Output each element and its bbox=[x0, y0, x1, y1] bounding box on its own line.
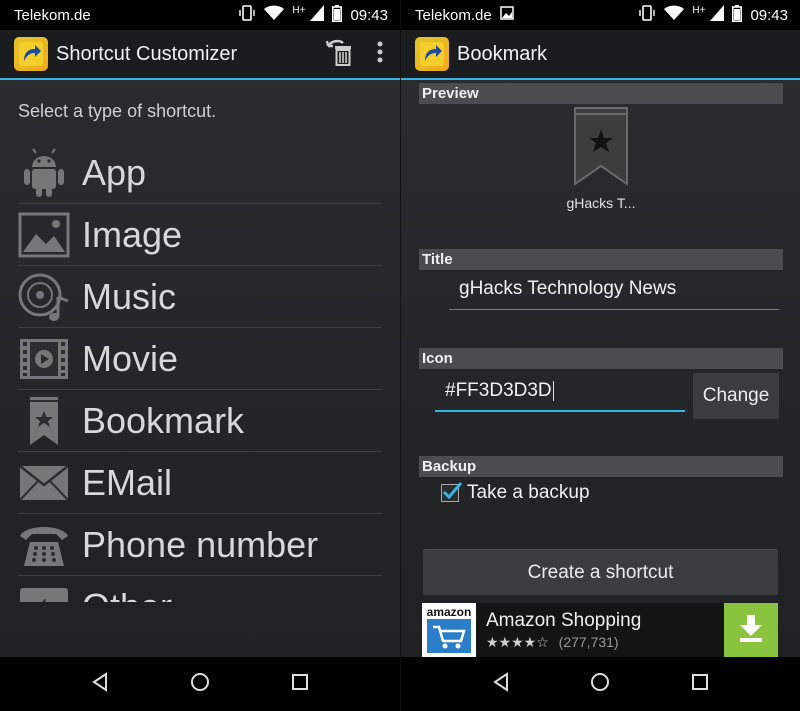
type-label-app: App bbox=[82, 151, 147, 193]
shortcut-type-list: App Image Music Movie Bookmark EMail Pho… bbox=[18, 142, 382, 602]
create-shortcut-label: Create a shortcut bbox=[527, 561, 674, 583]
text-caret bbox=[552, 380, 554, 401]
title-field[interactable]: gHacks Technology News bbox=[449, 270, 779, 310]
battery-icon bbox=[332, 4, 343, 26]
recents-button[interactable] bbox=[280, 664, 320, 704]
network-type: H+ bbox=[292, 4, 306, 16]
type-item-image[interactable]: Image bbox=[18, 204, 382, 266]
ad-banner[interactable]: amazon Amazon Shopping ★★★★☆ (277,731) bbox=[422, 603, 778, 657]
android-icon bbox=[18, 147, 70, 199]
checkbox-box bbox=[441, 482, 463, 502]
icon-color-field[interactable]: #FF3D3D3D bbox=[435, 372, 685, 412]
home-button[interactable] bbox=[180, 664, 220, 704]
type-item-bookmark[interactable]: Bookmark bbox=[18, 390, 382, 452]
type-item-music[interactable]: Music bbox=[18, 266, 382, 328]
type-item-app[interactable]: App bbox=[18, 142, 382, 204]
phone-icon bbox=[18, 519, 70, 571]
back-button[interactable] bbox=[481, 664, 521, 704]
ad-brand: amazon bbox=[426, 605, 472, 619]
backup-section-header: Backup bbox=[419, 456, 783, 477]
wifi-icon bbox=[264, 5, 285, 25]
type-label-movie: Movie bbox=[82, 337, 179, 379]
title-section-header: Title bbox=[419, 249, 783, 270]
type-item-other[interactable]: Other bbox=[18, 576, 382, 602]
amazon-app-icon: amazon bbox=[422, 603, 476, 657]
type-label-music: Music bbox=[82, 275, 177, 317]
navigation-bar bbox=[0, 657, 400, 711]
status-bar: Telekom.de H+ 09:43 bbox=[0, 0, 400, 30]
ad-star-rating: ★★★★☆ bbox=[486, 633, 549, 650]
movie-icon bbox=[18, 333, 70, 385]
home-button[interactable] bbox=[580, 664, 620, 704]
title-field-value: gHacks Technology News bbox=[459, 278, 677, 299]
backup-label: Take a backup bbox=[467, 482, 590, 503]
app-logo-icon[interactable] bbox=[415, 37, 449, 71]
take-backup-checkbox[interactable]: Take a backup bbox=[441, 482, 590, 504]
ad-title: Amazon Shopping bbox=[486, 609, 642, 631]
recents-icon bbox=[291, 673, 309, 696]
change-icon-button[interactable]: Change bbox=[693, 373, 779, 419]
prompt-text: Select a type of shortcut. bbox=[18, 101, 217, 121]
music-icon bbox=[18, 271, 70, 323]
home-icon bbox=[190, 672, 210, 697]
back-icon bbox=[491, 671, 511, 697]
home-icon bbox=[590, 672, 610, 697]
type-item-phone[interactable]: Phone number bbox=[18, 514, 382, 576]
recents-button[interactable] bbox=[680, 664, 720, 704]
action-bar: Shortcut Customizer bbox=[0, 30, 400, 80]
type-item-movie[interactable]: Movie bbox=[18, 328, 382, 390]
type-label-other: Other bbox=[82, 586, 172, 603]
signal-icon bbox=[310, 5, 325, 25]
recents-icon bbox=[691, 673, 709, 696]
clear-button[interactable] bbox=[320, 34, 360, 74]
more-vert-icon bbox=[376, 40, 384, 69]
image-icon bbox=[18, 209, 70, 261]
app-title: Shortcut Customizer bbox=[56, 42, 238, 65]
wifi-icon bbox=[664, 5, 685, 25]
network-type: H+ bbox=[692, 4, 706, 16]
type-item-email[interactable]: EMail bbox=[18, 452, 382, 514]
app-logo-icon bbox=[14, 37, 48, 71]
status-bar: Telekom.de H+ 09:43 bbox=[401, 0, 800, 30]
screen-title: Bookmark bbox=[457, 42, 548, 65]
email-icon bbox=[18, 457, 70, 509]
icon-color-value: #FF3D3D3D bbox=[445, 380, 552, 401]
other-icon bbox=[18, 581, 70, 602]
type-label-image: Image bbox=[82, 213, 183, 255]
action-bar: Bookmark bbox=[401, 30, 800, 80]
clock: 09:43 bbox=[750, 6, 788, 24]
overflow-menu-button[interactable] bbox=[360, 34, 400, 74]
type-label-email: EMail bbox=[82, 461, 173, 503]
back-button[interactable] bbox=[80, 664, 120, 704]
bookmark-preview-icon bbox=[572, 107, 630, 190]
preview-section-header: Preview bbox=[419, 83, 783, 104]
icon-section-header: Icon bbox=[419, 348, 783, 369]
carrier-name: Telekom.de bbox=[415, 6, 492, 24]
shopping-cart-icon bbox=[427, 619, 471, 653]
back-icon bbox=[90, 671, 110, 697]
screenshot-notification-icon bbox=[499, 6, 514, 24]
shortcut-type-screen: Telekom.de H+ 09:43 Shortcut Customizer bbox=[0, 0, 400, 711]
bookmark-screen: Telekom.de H+ 09:43 Bookmark Preview gHa… bbox=[400, 0, 800, 711]
carrier-name: Telekom.de bbox=[14, 6, 91, 24]
type-label-bookmark: Bookmark bbox=[82, 399, 245, 441]
vibrate-icon bbox=[638, 5, 656, 25]
vibrate-icon bbox=[238, 5, 256, 25]
type-label-phone: Phone number bbox=[82, 523, 319, 565]
clock: 09:43 bbox=[350, 6, 388, 24]
battery-icon bbox=[732, 4, 743, 26]
bookmark-icon bbox=[18, 395, 70, 447]
navigation-bar bbox=[401, 657, 800, 711]
ad-download-button[interactable] bbox=[724, 603, 778, 657]
change-button-label: Change bbox=[702, 385, 770, 406]
signal-icon bbox=[710, 5, 725, 25]
ad-rating-count: (277,731) bbox=[558, 633, 619, 650]
preview-label: gHacks T... bbox=[566, 195, 636, 211]
shortcut-preview[interactable]: gHacks T... bbox=[401, 106, 800, 211]
trash-icon bbox=[325, 37, 355, 72]
download-icon bbox=[737, 613, 765, 648]
create-shortcut-button[interactable]: Create a shortcut bbox=[423, 549, 778, 595]
